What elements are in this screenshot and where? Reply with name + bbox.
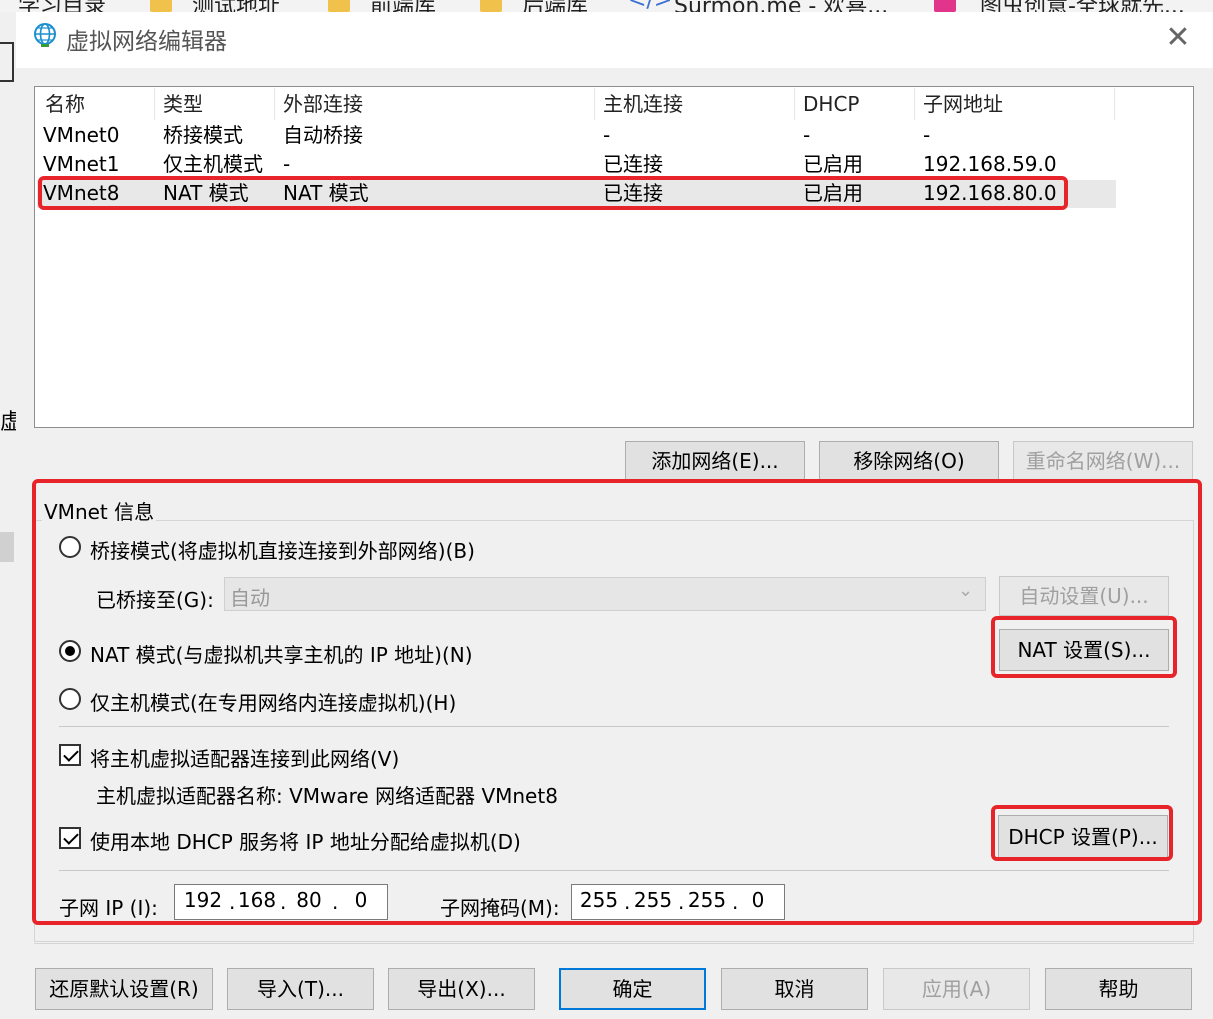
table-row-name[interactable]: VMnet1 [43, 150, 119, 178]
bridged-to-select[interactable] [224, 577, 986, 611]
vmnet-info-label: VMnet 信息 [42, 496, 157, 525]
add-network-button[interactable]: 添加网络(E)... [625, 441, 805, 481]
apply-button[interactable]: 应用(A) [883, 968, 1030, 1010]
import-button[interactable]: 导入(T)... [227, 968, 374, 1010]
column-header-subnet[interactable]: 子网地址 [915, 88, 1115, 120]
ok-button[interactable]: 确定 [559, 968, 706, 1010]
dhcp-label[interactable]: 使用本地 DHCP 服务将 IP 地址分配给虚拟机(D) [90, 826, 521, 855]
footer-divider [34, 943, 1194, 944]
background-fragment [0, 532, 14, 562]
subnet-mask-label: 子网掩码(M): [440, 896, 560, 920]
chevron-down-icon: ⌄ [958, 580, 974, 601]
connect-adapter-label[interactable]: 将主机虚拟适配器连接到此网络(V) [90, 743, 399, 772]
nat-settings-button[interactable]: NAT 设置(S)... [999, 629, 1169, 671]
subnet-mask-octet: 255 [579, 888, 619, 912]
bridged-to-value: 自动 [230, 586, 270, 610]
table-row-type: 桥接模式 [163, 123, 243, 147]
bookmark-item[interactable]: 学习目录 [18, 0, 106, 12]
bridge-mode-label[interactable]: 桥接模式(将虚拟机直接连接到外部网络)(B) [90, 535, 475, 564]
subnet-mask-octet: 0 [751, 888, 765, 912]
bookmark-item[interactable]: 前端库 [370, 0, 436, 12]
table-row-host: 已连接 [603, 181, 663, 205]
column-header-type[interactable]: 类型 [155, 88, 275, 120]
table-row-external: 自动桥接 [283, 123, 363, 147]
folder-icon [480, 0, 502, 12]
table-row-subnet: 192.168.80.0 [923, 181, 1057, 205]
nat-mode-radio[interactable] [59, 640, 81, 662]
rename-network-button[interactable]: 重命名网络(W)... [1013, 441, 1193, 481]
browser-bookmarks-bar: 学习目录 测试地址 前端库 后端库 </> Surmon.me - 欢喜... … [0, 0, 1213, 12]
auto-settings-button[interactable]: 自动设置(U)... [999, 576, 1169, 616]
column-header-external[interactable]: 外部连接 [275, 88, 595, 120]
subnet-mask-octet: 255 [633, 888, 673, 912]
close-button[interactable]: ✕ [1160, 20, 1196, 56]
window-title: 虚拟网络编辑器 [66, 29, 227, 55]
table-row-external: - [283, 152, 291, 176]
bookmark-item[interactable]: 测试地址 [192, 0, 280, 12]
bridged-to-label: 已桥接至(G): [96, 588, 214, 612]
connect-adapter-checkbox[interactable] [59, 744, 81, 766]
ip-separator: . [732, 890, 739, 914]
table-row-dhcp: - [803, 123, 811, 147]
table-row-subnet: - [923, 123, 931, 147]
table-row-dhcp: 已启用 [803, 181, 863, 205]
restore-defaults-button[interactable]: 还原默认设置(R) [35, 968, 213, 1010]
section-divider [59, 726, 1169, 727]
subnet-ip-octet: 0 [354, 888, 368, 912]
bridge-mode-radio[interactable] [59, 536, 81, 558]
section-divider [59, 870, 1169, 871]
table-row-name[interactable]: VMnet0 [43, 121, 119, 149]
globe-icon [34, 23, 56, 47]
bookmark-item[interactable]: Surmon.me - 欢喜... [674, 0, 888, 12]
nat-mode-label[interactable]: NAT 模式(与虚拟机共享主机的 IP 地址)(N) [90, 639, 473, 668]
table-row-type: NAT 模式 [163, 181, 249, 205]
table-row-host: 已连接 [603, 152, 663, 176]
column-header-name[interactable]: 名称 [37, 88, 155, 120]
table-row-subnet: 192.168.59.0 [923, 152, 1057, 176]
remove-network-button[interactable]: 移除网络(O) [819, 441, 999, 481]
code-icon: </> [628, 0, 672, 12]
column-header-dhcp[interactable]: DHCP [795, 88, 915, 120]
subnet-mask-octet: 255 [687, 888, 727, 912]
subnet-ip-octet: 168 [237, 888, 277, 912]
dhcp-checkbox[interactable] [59, 827, 81, 849]
cancel-button[interactable]: 取消 [721, 968, 868, 1010]
subnet-ip-octet: 192 [183, 888, 223, 912]
background-fragment [0, 42, 14, 82]
host-only-radio[interactable] [59, 688, 81, 710]
bookmark-item[interactable]: 图虫创意-全球就先... [980, 0, 1185, 12]
adapter-name-label: 主机虚拟适配器名称: VMware 网络适配器 VMnet8 [96, 784, 558, 808]
table-row-external: NAT 模式 [283, 181, 369, 205]
host-only-label[interactable]: 仅主机模式(在专用网络内连接虚拟机)(H) [90, 687, 456, 716]
ip-separator: . [280, 890, 287, 914]
background-window-edge: 虚 [0, 12, 22, 1019]
subnet-ip-octet: 80 [296, 888, 322, 912]
bookmark-item[interactable]: 后端库 [522, 0, 588, 12]
column-header-host[interactable]: 主机连接 [595, 88, 795, 120]
table-row-type: 仅主机模式 [163, 152, 263, 176]
close-icon: ✕ [1165, 20, 1191, 55]
image-icon [934, 0, 956, 12]
subnet-ip-label: 子网 IP (I): [59, 896, 158, 920]
ip-separator: . [332, 890, 339, 914]
ip-separator: . [229, 890, 236, 914]
table-row-dhcp: 已启用 [803, 152, 863, 176]
folder-icon [328, 0, 350, 12]
export-button[interactable]: 导出(X)... [388, 968, 535, 1010]
dhcp-settings-button[interactable]: DHCP 设置(P)... [998, 815, 1168, 859]
folder-icon [150, 0, 172, 12]
table-row-name[interactable]: VMnet8 [43, 179, 119, 207]
table-row-host: - [603, 123, 611, 147]
help-button[interactable]: 帮助 [1045, 968, 1192, 1010]
